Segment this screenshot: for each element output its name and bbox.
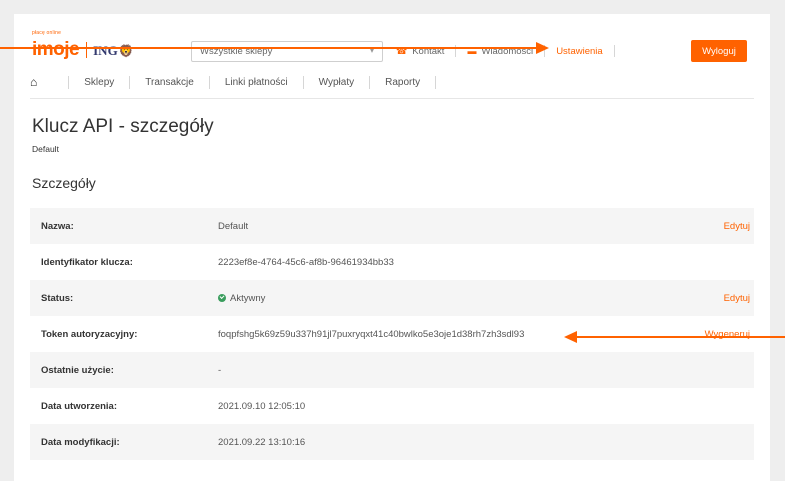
detail-label: Data modyfikacji: bbox=[41, 436, 120, 448]
detail-row-name: Nazwa: Default Edytuj bbox=[30, 208, 754, 244]
detail-value: 2223ef8e-4764-45c6-af8b-96461934bb33 bbox=[218, 256, 394, 268]
logo[interactable]: płacę online imoje ING 🦁 bbox=[32, 30, 134, 60]
detail-row-key-id: Identyfikator klucza: 2223ef8e-4764-45c6… bbox=[30, 244, 754, 280]
detail-label: Ostatnie użycie: bbox=[41, 364, 114, 376]
detail-label: Data utworzenia: bbox=[41, 400, 118, 412]
edit-name-link[interactable]: Edytuj bbox=[724, 221, 750, 232]
main-nav: ⌂ Sklepy Transakcje Linki płatności Wypł… bbox=[30, 75, 451, 89]
detail-row-modified: Data modyfikacji: 2021.09.22 13:10:16 bbox=[30, 424, 754, 460]
shop-select[interactable]: Wszystkie sklepy ▾ bbox=[191, 41, 383, 62]
nav-divider bbox=[302, 75, 304, 89]
check-circle-icon bbox=[218, 293, 226, 302]
logo-ing: ING bbox=[93, 43, 118, 58]
page-subtitle: Default bbox=[32, 144, 59, 154]
logo-divider bbox=[86, 42, 88, 58]
nav-divider bbox=[435, 75, 437, 89]
detail-label: Identyfikator klucza: bbox=[41, 256, 133, 268]
logo-tagline: płacę online bbox=[32, 30, 62, 36]
nav-divider bbox=[369, 75, 371, 89]
detail-row-created: Data utworzenia: 2021.09.10 12:05:10 bbox=[30, 388, 754, 424]
token-value[interactable]: foqpfshg5k69z59u337h91jl7puxryqxt41c40bw… bbox=[218, 329, 524, 340]
detail-label: Token autoryzacyjny: bbox=[41, 328, 138, 340]
settings-link[interactable]: Ustawienia bbox=[556, 46, 602, 57]
lion-icon: 🦁 bbox=[118, 44, 134, 58]
nav-item-raporty[interactable]: Raporty bbox=[385, 77, 420, 88]
detail-value: Default bbox=[218, 220, 249, 232]
page-card: płacę online imoje ING 🦁 Wszystkie sklep… bbox=[14, 14, 770, 481]
section-title: Szczegóły bbox=[32, 175, 96, 191]
nav-divider bbox=[129, 75, 131, 89]
status-value: Aktywny bbox=[218, 293, 265, 304]
nav-item-linki-platnosci[interactable]: Linki płatności bbox=[225, 77, 288, 88]
page-title: Klucz API - szczegóły bbox=[32, 116, 214, 137]
logo-imoje: imoje bbox=[32, 39, 80, 60]
nav-item-transakcje[interactable]: Transakcje bbox=[145, 77, 194, 88]
home-icon[interactable]: ⌂ bbox=[30, 75, 37, 89]
detail-row-status: Status: Aktywny Edytuj bbox=[30, 280, 754, 316]
annotation-arrow-settings bbox=[0, 47, 538, 49]
arrow-head-icon bbox=[536, 42, 549, 54]
settings-label: Ustawienia bbox=[556, 45, 603, 57]
edit-status-link[interactable]: Edytuj bbox=[724, 293, 750, 304]
detail-row-token: Token autoryzacyjny: foqpfshg5k69z59u337… bbox=[30, 316, 754, 352]
nav-item-sklepy[interactable]: Sklepy bbox=[84, 77, 114, 88]
divider bbox=[613, 45, 615, 57]
nav-divider bbox=[208, 75, 210, 89]
detail-row-last-used: Ostatnie użycie: - bbox=[30, 352, 754, 388]
detail-value: - bbox=[218, 364, 222, 376]
arrow-head-icon bbox=[564, 331, 577, 343]
nav-item-wyplaty[interactable]: Wypłaty bbox=[319, 77, 354, 88]
nav-separator-line bbox=[30, 98, 754, 99]
nav-divider bbox=[68, 75, 70, 89]
logout-button[interactable]: Wyloguj bbox=[691, 40, 747, 62]
detail-value: 2021.09.22 13:10:16 bbox=[218, 436, 306, 448]
details-table: Nazwa: Default Edytuj Identyfikator kluc… bbox=[30, 208, 754, 460]
detail-value: 2021.09.10 12:05:10 bbox=[218, 400, 306, 412]
detail-label: Status: bbox=[41, 292, 74, 304]
annotation-arrow-token bbox=[576, 336, 785, 338]
detail-label: Nazwa: bbox=[41, 220, 74, 232]
status-text: Aktywny bbox=[230, 292, 266, 304]
